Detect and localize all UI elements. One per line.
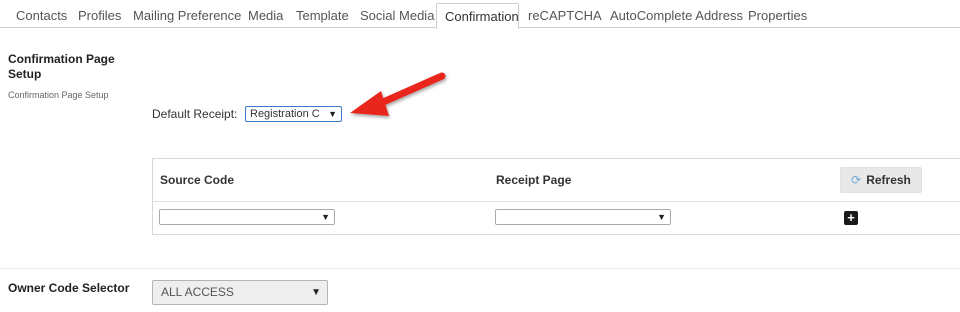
red-arrow-annotation [350,72,446,116]
add-row-button[interactable]: + [844,211,858,225]
table-header-divider [152,201,960,202]
tab-mailing-preference[interactable]: Mailing Preference [125,4,249,28]
receipt-page-header: Receipt Page [496,173,572,187]
default-receipt-value: Registration C [250,108,320,120]
owner-code-select[interactable]: ALL ACCESS ▼ [152,280,328,305]
chevron-down-icon: ▼ [657,212,666,222]
tab-bar: Contacts Profiles Mailing Preference Med… [0,0,960,29]
chevron-down-icon: ▼ [311,287,321,298]
tab-confirmation[interactable]: Confirmation [436,3,519,29]
section-subtitle: Confirmation Page Setup [8,90,109,100]
chevron-down-icon: ▼ [321,212,330,222]
receipt-page-select[interactable]: ▼ [495,209,671,225]
tab-properties[interactable]: Properties [740,4,815,28]
section-divider [0,268,960,269]
tab-recaptcha[interactable]: reCAPTCHA [520,4,610,28]
owner-code-label: Owner Code Selector [8,281,130,295]
tab-media[interactable]: Media [240,4,291,28]
tab-template[interactable]: Template [288,4,357,28]
tab-social-media[interactable]: Social Media [352,4,442,28]
chevron-down-icon: ▼ [328,109,337,119]
section-title: Confirmation Page Setup [8,52,115,81]
refresh-icon: ⟳ [851,173,862,187]
source-code-header: Source Code [160,173,235,187]
tab-contacts[interactable]: Contacts [8,4,75,28]
source-code-select[interactable]: ▼ [159,209,335,225]
tab-profiles[interactable]: Profiles [70,4,129,28]
default-receipt-select[interactable]: Registration C ▼ [245,106,342,122]
owner-code-value: ALL ACCESS [161,285,234,299]
default-receipt-label: Default Receipt: [152,107,238,121]
refresh-button[interactable]: ⟳ Refresh [840,167,922,193]
refresh-label: Refresh [866,173,911,187]
plus-square-icon: + [847,210,855,225]
tab-autocomplete-address[interactable]: AutoComplete Address [602,4,751,28]
